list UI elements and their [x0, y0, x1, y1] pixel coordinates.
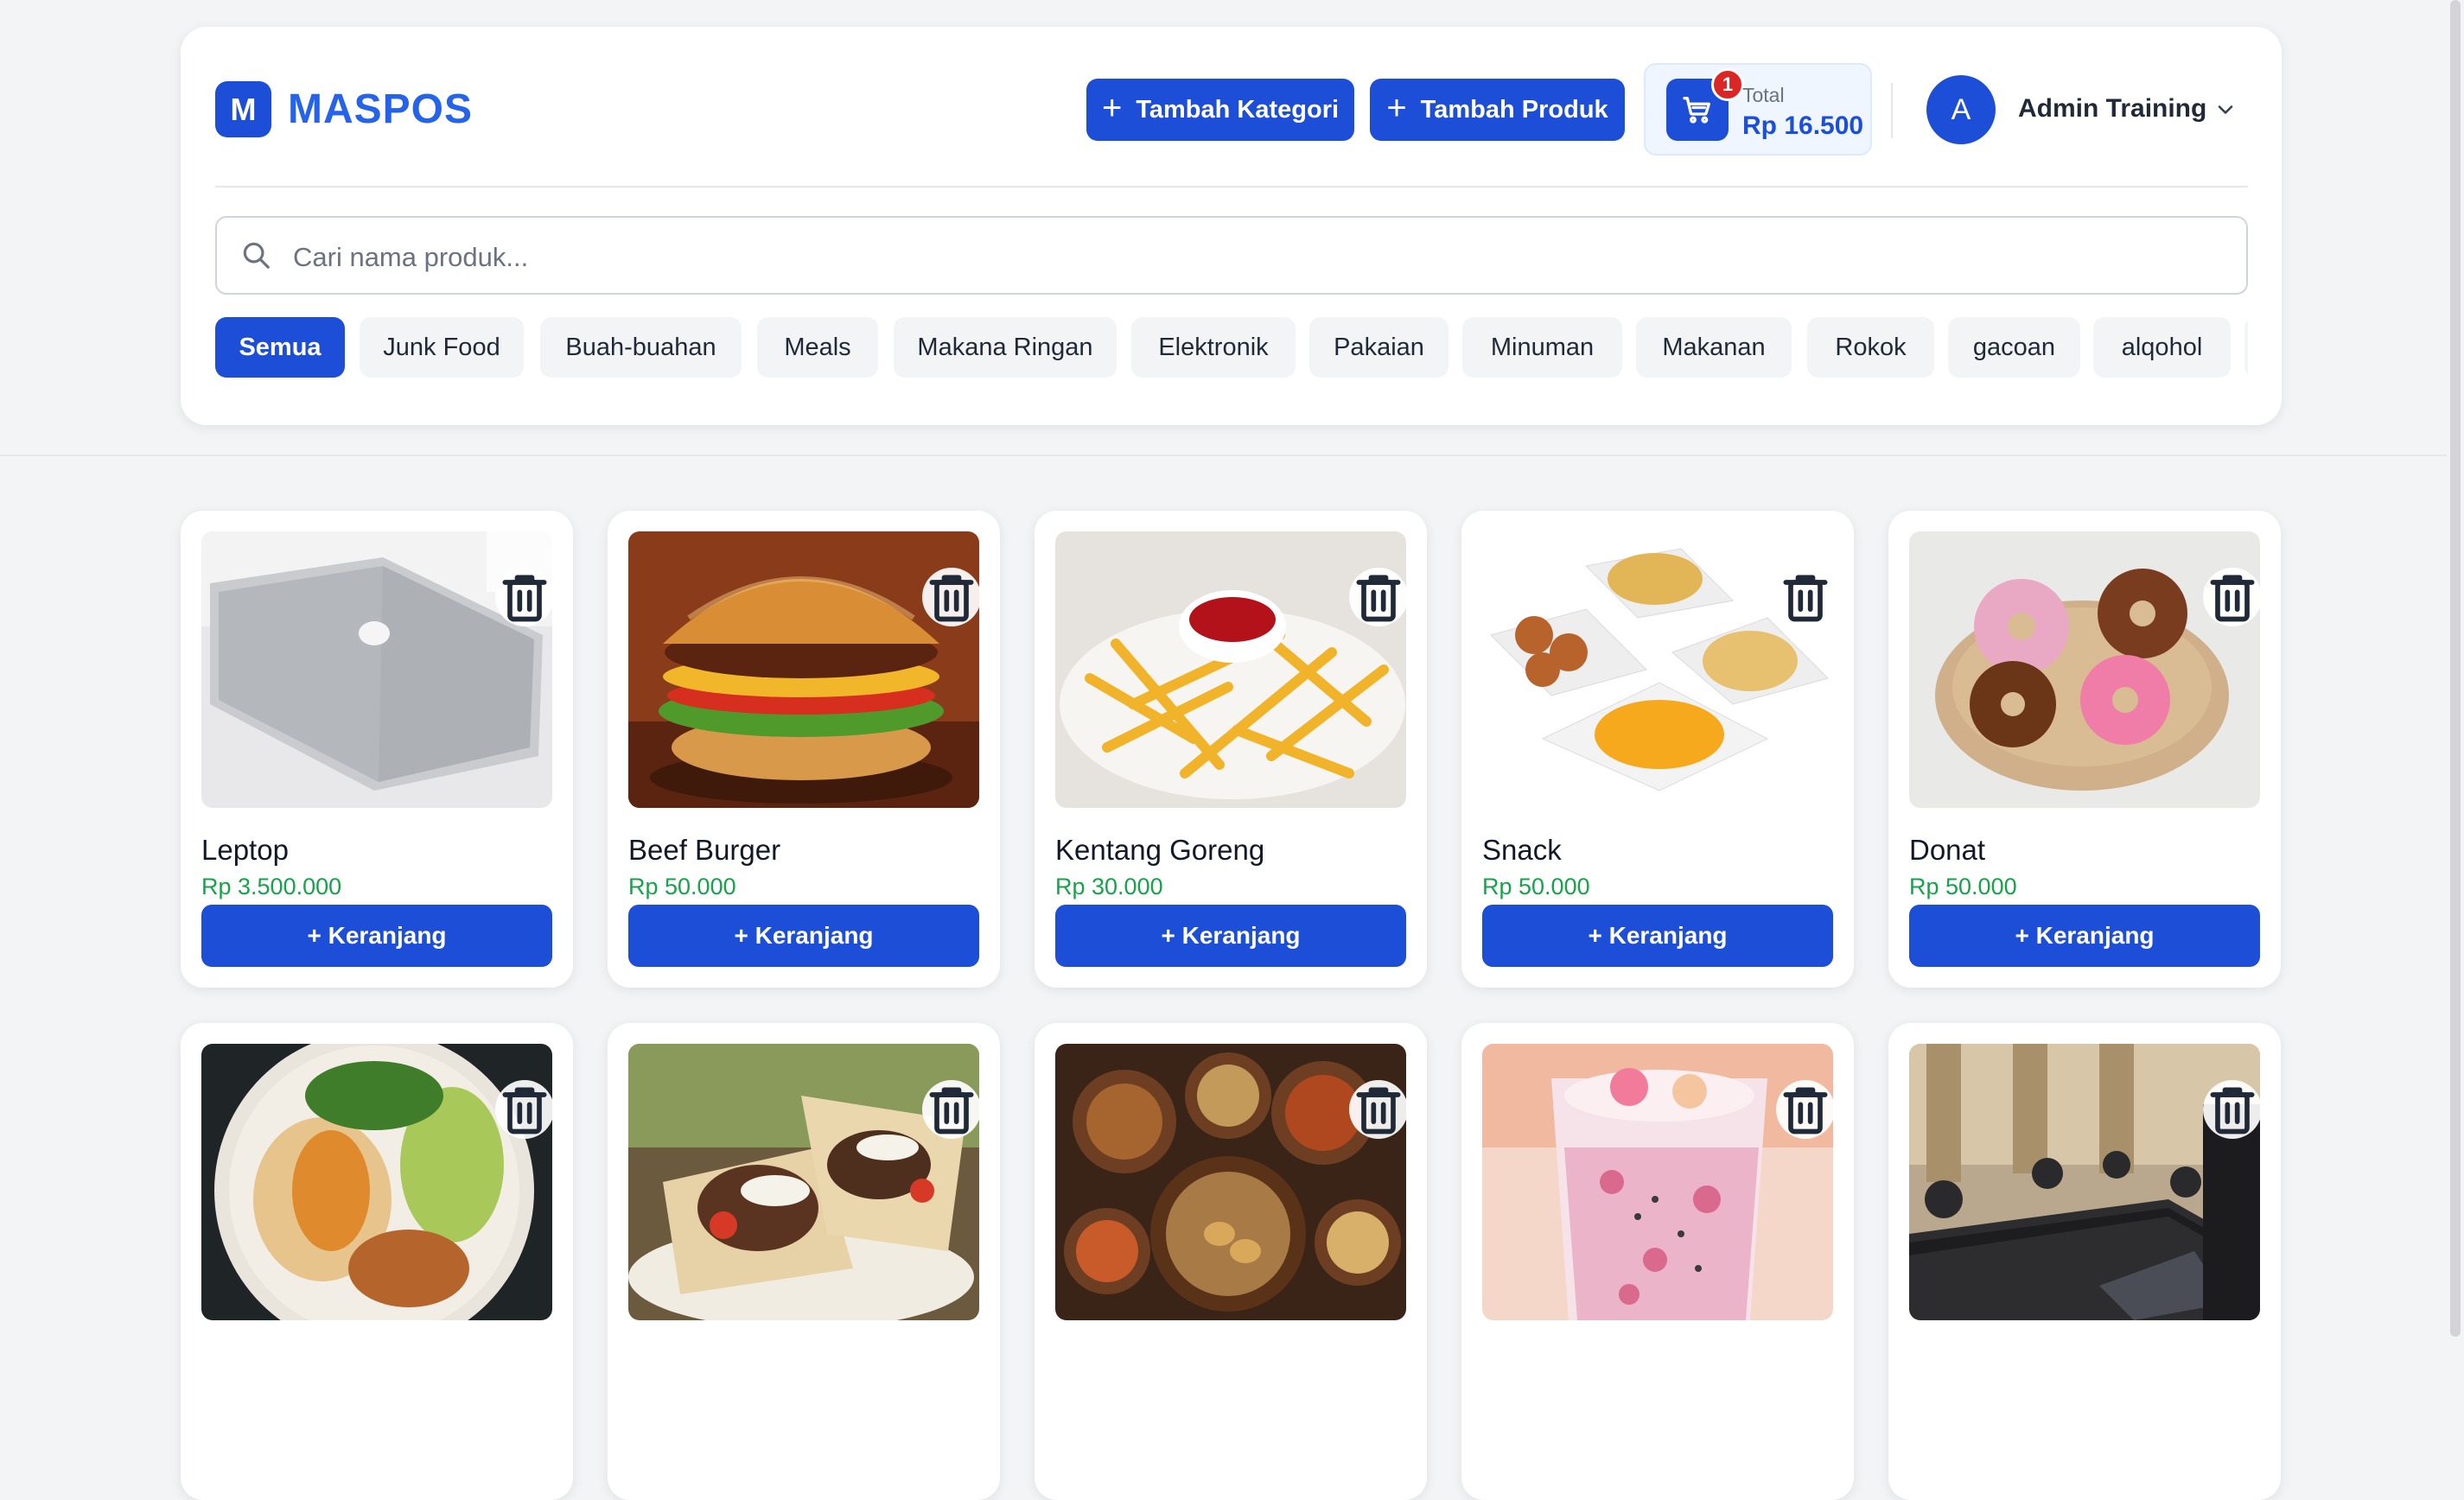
product-card	[1035, 1023, 1427, 1500]
category-chip-makana-ringan[interactable]: Makana Ringan	[894, 317, 1117, 378]
header-divider	[1891, 83, 1893, 138]
product-price: Rp 3.500.000	[201, 874, 342, 899]
add-to-cart-button[interactable]: + Keranjang	[1909, 905, 2260, 967]
product-image-drink	[1482, 1044, 1833, 1320]
product-price: Rp 30.000	[1055, 874, 1163, 899]
product-name: Kentang Goreng	[1055, 834, 1265, 866]
cart-total-label: Total	[1742, 84, 1785, 106]
cart-count-badge: 1	[1711, 68, 1744, 101]
category-filter-bar: Semua Junk Food Buah-buahan Meals Makana…	[215, 317, 2248, 378]
category-chip-pakaian[interactable]: Pakaian	[1309, 317, 1448, 378]
category-chip-junk-food[interactable]: Junk Food	[360, 317, 524, 378]
logo-mark: M	[215, 81, 271, 137]
product-image-burger	[628, 531, 979, 808]
add-product-button[interactable]: + Tambah Produk	[1370, 79, 1625, 141]
plus-icon: +	[1386, 89, 1407, 127]
product-price: Rp 50.000	[628, 874, 736, 899]
delete-product-button[interactable]	[922, 1080, 979, 1139]
category-chip-more[interactable]	[2244, 317, 2248, 378]
delete-product-button[interactable]	[1776, 1080, 1833, 1139]
product-card	[1461, 1023, 1854, 1500]
search-placeholder: Cari nama produk...	[293, 242, 529, 272]
product-image-donut	[1909, 531, 2260, 808]
category-chip-buah-buahan[interactable]: Buah-buahan	[540, 317, 742, 378]
add-to-cart-button[interactable]: + Keranjang	[1055, 905, 1406, 967]
product-image-laptop	[201, 531, 552, 808]
category-chip-gacoan[interactable]: gacoan	[1948, 317, 2080, 378]
product-image-salad-bowl	[201, 1044, 552, 1320]
product-name: Donat	[1909, 834, 1986, 866]
add-category-button[interactable]: + Tambah Kategori	[1086, 79, 1354, 141]
product-card	[1888, 1023, 2281, 1500]
delete-product-button[interactable]	[2203, 568, 2260, 626]
add-to-cart-button[interactable]: + Keranjang	[201, 905, 552, 967]
chevron-down-icon[interactable]	[2213, 98, 2238, 126]
category-chip-minuman[interactable]: Minuman	[1462, 317, 1622, 378]
section-divider	[0, 454, 2447, 456]
plus-icon: +	[1101, 89, 1123, 127]
cart-summary[interactable]: 1 Total Rp 16.500	[1644, 63, 1872, 156]
header-separator	[215, 186, 2248, 188]
product-card: Donat Rp 50.000 + Keranjang	[1888, 511, 2281, 988]
delete-product-button[interactable]	[495, 568, 552, 626]
product-card	[181, 1023, 573, 1500]
cart-total-value: Rp 16.500	[1742, 111, 1864, 140]
add-product-label: Tambah Produk	[1420, 95, 1608, 124]
product-name: Leptop	[201, 834, 289, 866]
product-card: Leptop Rp 3.500.000 + Keranjang	[181, 511, 573, 988]
user-name[interactable]: Admin Training	[2018, 94, 2206, 124]
product-price: Rp 50.000	[1482, 874, 1590, 899]
product-image-meeting-room	[1909, 1044, 2260, 1320]
category-chip-makanan[interactable]: Makanan	[1636, 317, 1792, 378]
product-price: Rp 50.000	[1909, 874, 2017, 899]
add-to-cart-button[interactable]: + Keranjang	[1482, 905, 1833, 967]
category-chip-rokok[interactable]: Rokok	[1807, 317, 1934, 378]
category-chip-meals[interactable]: Meals	[757, 317, 878, 378]
product-image-wrap	[628, 1044, 979, 1320]
scrollbar-track[interactable]	[2447, 0, 2464, 1337]
product-name: Snack	[1482, 834, 1562, 866]
category-chip-semua[interactable]: Semua	[215, 317, 345, 378]
search-input[interactable]: Cari nama produk...	[215, 216, 2248, 295]
delete-product-button[interactable]	[1349, 568, 1406, 626]
product-image-fries	[1055, 531, 1406, 808]
product-image-rice-dishes	[1055, 1044, 1406, 1320]
product-image-snack	[1482, 531, 1833, 808]
add-to-cart-button[interactable]: + Keranjang	[628, 905, 979, 967]
category-chip-elektronik[interactable]: Elektronik	[1131, 317, 1296, 378]
delete-product-button[interactable]	[1349, 1080, 1406, 1139]
avatar[interactable]: A	[1926, 75, 1996, 144]
product-card: Beef Burger Rp 50.000 + Keranjang	[608, 511, 1000, 988]
category-chip-alqohol[interactable]: alqohol	[2093, 317, 2231, 378]
scrollbar-thumb[interactable]	[2450, 0, 2461, 1337]
product-card	[608, 1023, 1000, 1500]
delete-product-button[interactable]	[1776, 568, 1833, 626]
delete-product-button[interactable]	[2203, 1080, 2260, 1139]
app-logo: M MASPOS	[215, 81, 473, 137]
app-name: MASPOS	[288, 86, 474, 132]
product-name: Beef Burger	[628, 834, 781, 866]
product-card: Kentang Goreng Rp 30.000 + Keranjang	[1035, 511, 1427, 988]
delete-product-button[interactable]	[922, 568, 979, 626]
delete-product-button[interactable]	[495, 1080, 552, 1139]
header-card: M MASPOS + Tambah Kategori + Tambah Prod…	[181, 27, 2282, 425]
search-icon	[239, 238, 272, 276]
product-card: Snack Rp 50.000 + Keranjang	[1461, 511, 1854, 988]
add-category-label: Tambah Kategori	[1136, 95, 1340, 124]
